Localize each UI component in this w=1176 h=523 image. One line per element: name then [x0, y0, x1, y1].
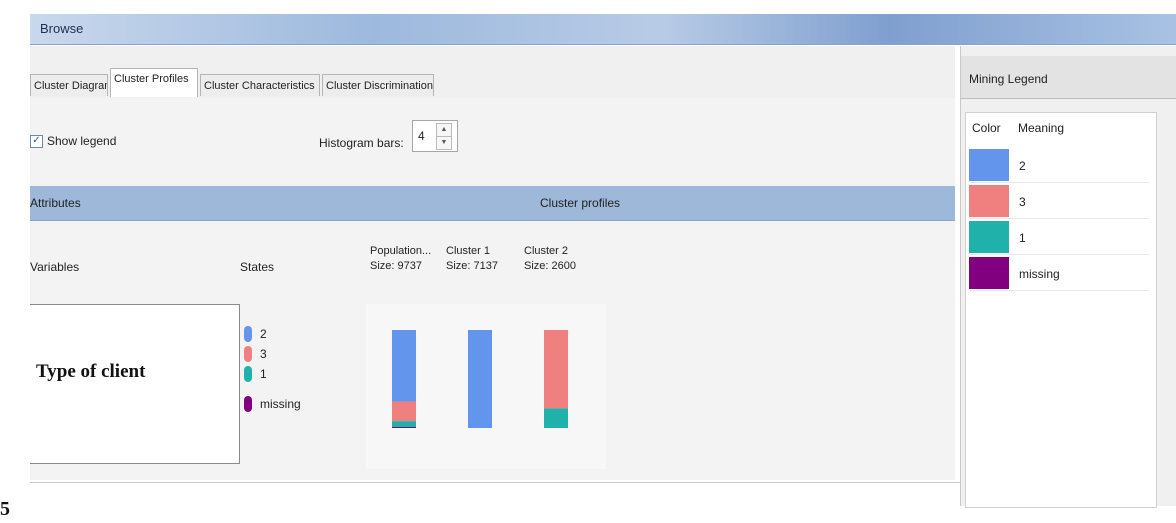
legend-color-swatch — [969, 257, 1009, 289]
mining-legend-header: Mining Legend — [961, 56, 1176, 99]
cluster-1-column-title: Cluster 1 — [446, 245, 491, 257]
tab-strip: Cluster Diagram Cluster Profiles Cluster… — [30, 46, 955, 99]
state-color-swatch — [244, 346, 252, 362]
mining-legend-panel: Mining Legend Color Meaning 2 3 1 missin… — [960, 46, 1176, 508]
tab-cluster-discrimination[interactable]: Cluster Discrimination — [322, 74, 434, 96]
histogram-bar-segment[interactable] — [392, 330, 416, 402]
state-label: 2 — [260, 327, 267, 341]
variable-name: Type of client — [36, 361, 146, 382]
legend-meaning: 2 — [1019, 159, 1026, 173]
legend-row: 2 — [969, 147, 1149, 183]
legend-table: Color Meaning 2 3 1 missing — [965, 112, 1157, 508]
window-titlebar: Browse — [30, 14, 1176, 45]
legend-meaning: 3 — [1019, 195, 1026, 209]
population-column-size: Size: 9737 — [370, 260, 422, 272]
state-label: missing — [260, 397, 301, 411]
tab-cluster-diagram[interactable]: Cluster Diagram — [30, 74, 108, 96]
cluster-2-column-title: Cluster 2 — [524, 245, 569, 257]
grid-header-bar: Attributes Cluster profiles — [30, 186, 955, 221]
legend-color-header: Color — [972, 121, 1001, 135]
cluster-2-column-size: Size: 2600 — [524, 260, 576, 272]
histogram-bars-spinner[interactable]: 4 ▲ ▼ — [412, 120, 458, 152]
bottom-border — [30, 482, 960, 483]
window-title: Browse — [40, 21, 84, 36]
legend-row: 3 — [969, 183, 1149, 219]
histogram-bars-label: Histogram bars: — [319, 136, 404, 150]
histogram-bar-segment[interactable] — [392, 421, 416, 428]
state-color-swatch — [244, 366, 252, 382]
state-item: missing — [244, 394, 301, 414]
population-column-header[interactable]: Population... Size: 9737 — [370, 244, 431, 274]
legend-meaning: missing — [1019, 267, 1060, 281]
show-legend-checkbox[interactable]: ✓ — [30, 134, 43, 148]
legend-row: missing — [969, 255, 1149, 291]
histogram-bar-segment[interactable] — [392, 401, 416, 422]
spinner-down-icon[interactable]: ▼ — [436, 136, 452, 150]
legend-row: 1 — [969, 219, 1149, 255]
variables-column-header[interactable]: Variables — [30, 260, 79, 274]
histogram-bar-segment[interactable] — [544, 408, 568, 428]
state-color-swatch — [244, 326, 252, 342]
population-column-title: Population... — [370, 245, 432, 257]
spinner-up-icon[interactable]: ▲ — [436, 123, 452, 137]
state-label: 1 — [260, 367, 267, 381]
cluster-profiles-header: Cluster profiles — [540, 196, 621, 210]
histogram-bars-value[interactable]: 4 — [418, 129, 425, 143]
tab-cluster-characteristics[interactable]: Cluster Characteristics — [200, 74, 320, 96]
state-color-swatch — [244, 396, 252, 412]
legend-meaning-header: Meaning — [1018, 121, 1065, 135]
state-item: 1 — [244, 364, 267, 384]
histogram-bar-segment[interactable] — [544, 330, 568, 409]
cluster-profiles-panel: ✓ Show legend Histogram bars: 4 ▲ ▼ Attr… — [30, 98, 955, 480]
cluster-1-column-size: Size: 7137 — [446, 260, 498, 272]
tab-cluster-profiles[interactable]: Cluster Profiles — [110, 68, 198, 97]
states-list: 2 3 1 missing — [244, 324, 364, 454]
legend-color-swatch — [969, 149, 1009, 181]
legend-color-swatch — [969, 185, 1009, 217]
cluster-2-column-header[interactable]: Cluster 2 Size: 2600 — [524, 244, 576, 274]
state-item: 2 — [244, 324, 267, 344]
show-legend-label: Show legend — [47, 134, 117, 148]
show-legend-option[interactable]: ✓ Show legend — [30, 134, 116, 148]
legend-meaning: 1 — [1019, 231, 1026, 245]
profile-histogram-area — [366, 304, 606, 469]
mining-legend-title: Mining Legend — [969, 72, 1048, 86]
state-label: 3 — [260, 347, 267, 361]
attributes-header: Attributes — [30, 196, 81, 210]
profile-chart — [392, 330, 568, 428]
page-number: 5 — [0, 498, 10, 520]
legend-color-swatch — [969, 221, 1009, 253]
states-column-header[interactable]: States — [240, 260, 274, 274]
state-item: 3 — [244, 344, 267, 364]
variable-cell[interactable]: Type of client — [30, 304, 240, 464]
histogram-bar-segment[interactable] — [392, 427, 416, 428]
histogram-bar-segment[interactable] — [468, 330, 492, 428]
cluster-1-column-header[interactable]: Cluster 1 Size: 7137 — [446, 244, 498, 274]
